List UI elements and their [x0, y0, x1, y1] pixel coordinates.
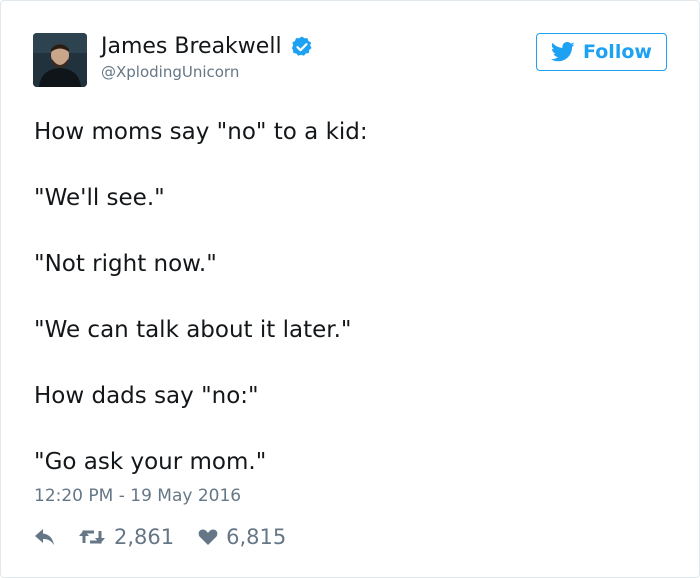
- tweet-text: How moms say "no" to a kid: "We'll see."…: [34, 115, 674, 479]
- retweet-count: 2,861: [114, 525, 175, 549]
- verified-badge-icon: [290, 35, 314, 59]
- follow-button[interactable]: Follow: [536, 33, 667, 71]
- tweet-line: "We can talk about it later.": [34, 317, 352, 343]
- like-count: 6,815: [226, 525, 287, 549]
- user-name-row[interactable]: James Breakwell: [101, 34, 314, 60]
- retweet-button[interactable]: 2,861: [78, 525, 174, 549]
- tweet-actions: 2,861 6,815: [34, 523, 286, 551]
- user-name[interactable]: James Breakwell: [101, 34, 282, 60]
- tweet-line: How dads say "no:": [34, 383, 259, 409]
- tweet-timestamp[interactable]: 12:20 PM - 19 May 2016: [34, 485, 241, 507]
- tweet-line: How moms say "no" to a kid:: [34, 119, 368, 145]
- follow-button-label: Follow: [583, 41, 652, 63]
- twitter-bird-icon: [550, 42, 575, 62]
- tweet-line: "Not right now.": [34, 251, 217, 277]
- retweet-icon: [78, 527, 106, 547]
- tweet-line: "We'll see.": [34, 185, 165, 211]
- reply-button[interactable]: [34, 528, 56, 546]
- avatar[interactable]: [33, 33, 87, 87]
- reply-icon: [34, 528, 56, 546]
- tweet-card: James Breakwell @XplodingUnicorn Follow …: [0, 0, 700, 578]
- user-handle[interactable]: @XplodingUnicorn: [101, 63, 239, 81]
- tweet-line: "Go ask your mom.": [34, 449, 267, 475]
- heart-icon: [198, 528, 218, 546]
- like-button[interactable]: 6,815: [198, 525, 286, 549]
- avatar-image: [33, 33, 87, 87]
